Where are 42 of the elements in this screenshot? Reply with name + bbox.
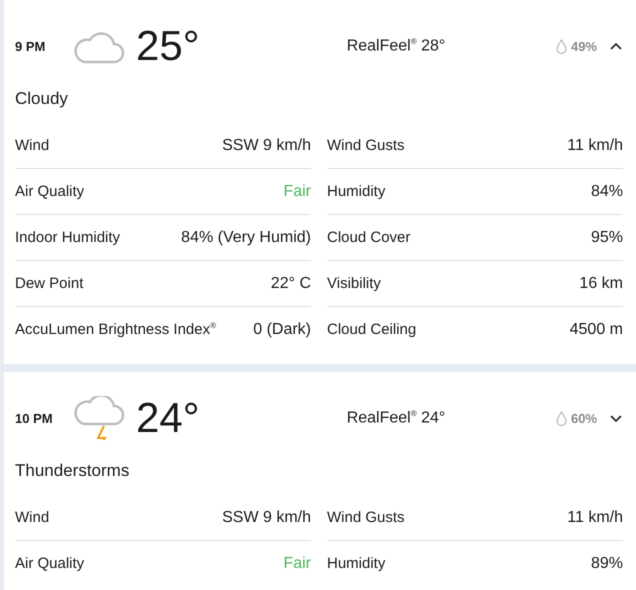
detail-value: 22° C (270, 274, 311, 292)
detail-value: 11 km/h (567, 508, 623, 526)
drop-icon (556, 38, 567, 54)
hour-time: 9 PM (15, 38, 46, 54)
detail-label: Indoor Humidity (15, 229, 120, 246)
detail-value: 11 km/h (567, 136, 623, 154)
detail-label: Cloud Ceiling (327, 321, 416, 338)
detail-value: 84% (590, 182, 623, 200)
detail-value: 95% (590, 228, 623, 246)
detail-value: 16 km (579, 274, 623, 292)
realfeel: RealFeel$^{®}$ 28° (346, 36, 446, 56)
detail-label: Air Quality (15, 183, 84, 200)
detail-label: Humidity (327, 183, 386, 200)
detail-value: 4500 m (570, 320, 623, 338)
detail-label: Wind Gusts (327, 137, 405, 154)
detail-label: Visibility (327, 275, 381, 292)
chevron-up-icon[interactable] (609, 41, 623, 51)
temperature: 25° (136, 22, 201, 70)
detail-value: Fair (283, 554, 311, 572)
hour-time: 10 PM (15, 410, 54, 426)
precipitation: 49% (570, 38, 597, 54)
detail-label: AccuLumen Brightness Index$^{®}$ (15, 321, 216, 338)
drop-icon (556, 410, 567, 426)
detail-value: 0 (Dark) (253, 320, 311, 338)
detail-label: Cloud Cover (327, 229, 410, 246)
detail-label: Air Quality (15, 555, 84, 572)
detail-value: 84% (Very Humid) (181, 228, 311, 246)
detail-label: Wind (15, 137, 50, 154)
condition: Thunderstorms (15, 461, 130, 482)
condition: Cloudy (15, 89, 69, 110)
detail-label: Wind (15, 509, 50, 526)
precipitation: 60% (570, 410, 597, 426)
detail-value: SSW 9 km/h (222, 136, 311, 154)
detail-value: SSW 9 km/h (222, 508, 311, 526)
temperature: 24° (136, 394, 201, 442)
chevron-down-icon[interactable] (609, 413, 623, 423)
detail-label: Dew Point (15, 275, 84, 292)
detail-label: Wind Gusts (327, 509, 405, 526)
realfeel: RealFeel$^{®}$ 24° (346, 408, 446, 428)
detail-value: 89% (590, 554, 623, 572)
detail-value: Fair (283, 182, 311, 200)
detail-label: Humidity (327, 555, 386, 572)
